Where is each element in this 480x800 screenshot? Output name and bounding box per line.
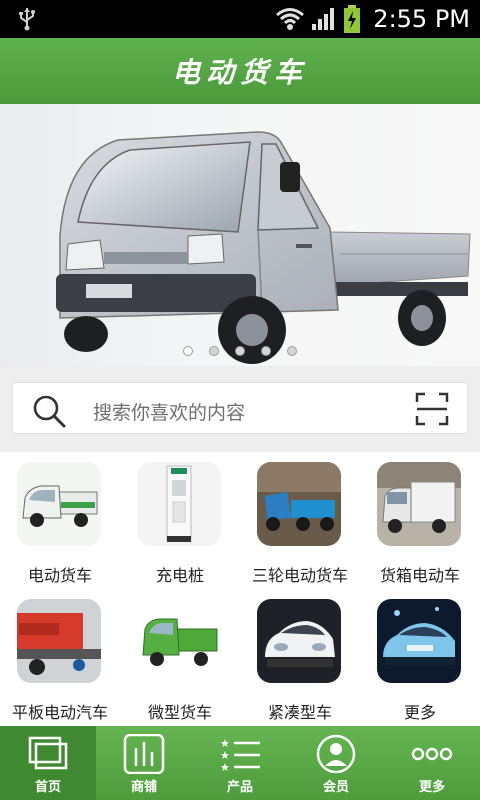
- more-car-image: [377, 599, 461, 683]
- tab-label: 商铺: [130, 780, 157, 795]
- tab-member[interactable]: 会员: [288, 726, 384, 800]
- category-label: 紧凑型车: [267, 703, 332, 722]
- category-item-compact-car[interactable]: 紧凑型车: [240, 589, 360, 726]
- member-person-icon: [316, 734, 356, 774]
- more-dots-icon: [411, 747, 453, 761]
- status-time: 2:55 PM: [373, 5, 470, 33]
- flatbed-ev-image: [17, 599, 101, 683]
- category-label: 更多: [403, 703, 436, 722]
- category-label: 微型货车: [147, 703, 212, 722]
- charging-pile-image: [137, 462, 221, 546]
- electric-truck-image: [17, 462, 101, 546]
- mini-truck-image: [137, 599, 221, 683]
- svg-text:★: ★: [220, 761, 230, 774]
- product-list-icon: ★ ★ ★: [220, 737, 260, 774]
- category-thumb: [137, 599, 221, 683]
- category-label: 平板电动汽车: [11, 703, 108, 722]
- category-thumb: [377, 599, 461, 683]
- tab-products[interactable]: ★ ★ ★ 产品: [192, 726, 288, 800]
- carousel-dot[interactable]: [235, 346, 245, 356]
- search-icon[interactable]: [31, 393, 67, 429]
- store-chart-icon: [123, 734, 165, 774]
- carousel-dot[interactable]: [287, 346, 297, 356]
- usb-icon: [19, 8, 35, 31]
- category-thumb: [257, 462, 341, 546]
- battery-charging-icon: [344, 5, 361, 33]
- category-label: 充电桩: [155, 566, 204, 585]
- carousel-indicator: [0, 346, 480, 356]
- search-input[interactable]: 搜索你喜欢的内容: [93, 398, 245, 425]
- tab-store[interactable]: 商铺: [96, 726, 192, 800]
- category-item-electric-tricycle[interactable]: 三轮电动货车: [240, 452, 360, 589]
- category-thumb: [257, 599, 341, 683]
- tab-label: 更多: [418, 780, 445, 795]
- category-item-charging-pile[interactable]: 充电桩: [120, 452, 240, 589]
- carousel-dot[interactable]: [209, 346, 219, 356]
- tab-label: 产品: [226, 780, 253, 795]
- tab-home[interactable]: 首页: [0, 726, 96, 800]
- cargo-box-ev-image: [377, 462, 461, 546]
- category-thumb: [377, 462, 461, 546]
- category-item-electric-truck[interactable]: 电动货车: [0, 452, 120, 589]
- app-header: 电动货车: [0, 38, 480, 104]
- signal-icon: [312, 8, 335, 30]
- category-label: 电动货车: [27, 566, 92, 585]
- category-thumb: [17, 462, 101, 546]
- tab-label: 会员: [322, 780, 349, 795]
- category-thumb: [137, 462, 221, 546]
- tab-more[interactable]: 更多: [384, 726, 480, 800]
- status-bar: 2:55 PM: [0, 0, 480, 38]
- scan-icon[interactable]: [415, 392, 449, 426]
- carousel-dot[interactable]: [183, 346, 193, 356]
- carousel-dot[interactable]: [261, 346, 271, 356]
- category-label: 三轮电动货车: [251, 566, 348, 585]
- banner-carousel[interactable]: [0, 104, 480, 366]
- category-thumb: [17, 599, 101, 683]
- category-grid: 电动货车 充电桩 三轮电动货车 货箱电动车 平板电动汽车 微型货车 紧凑型车 更…: [0, 452, 480, 726]
- compact-car-image: [257, 599, 341, 683]
- category-label: 货箱电动车: [379, 566, 460, 585]
- search-bar[interactable]: 搜索你喜欢的内容: [12, 382, 468, 434]
- category-item-flatbed-ev[interactable]: 平板电动汽车: [0, 589, 120, 726]
- bottom-tab-bar: 首页 商铺 ★ ★ ★ 产品 会员 更多: [0, 726, 480, 800]
- banner-truck-image: [56, 131, 471, 364]
- tab-label: 首页: [34, 780, 61, 795]
- category-item-more[interactable]: 更多: [360, 589, 480, 726]
- page-title: 电动货车: [171, 56, 308, 89]
- electric-tricycle-image: [257, 462, 341, 546]
- wifi-icon: [276, 8, 305, 30]
- category-item-cargo-box-ev[interactable]: 货箱电动车: [360, 452, 480, 589]
- search-section: 搜索你喜欢的内容: [0, 366, 480, 452]
- category-item-mini-truck[interactable]: 微型货车: [120, 589, 240, 726]
- home-windows-icon: [28, 736, 68, 770]
